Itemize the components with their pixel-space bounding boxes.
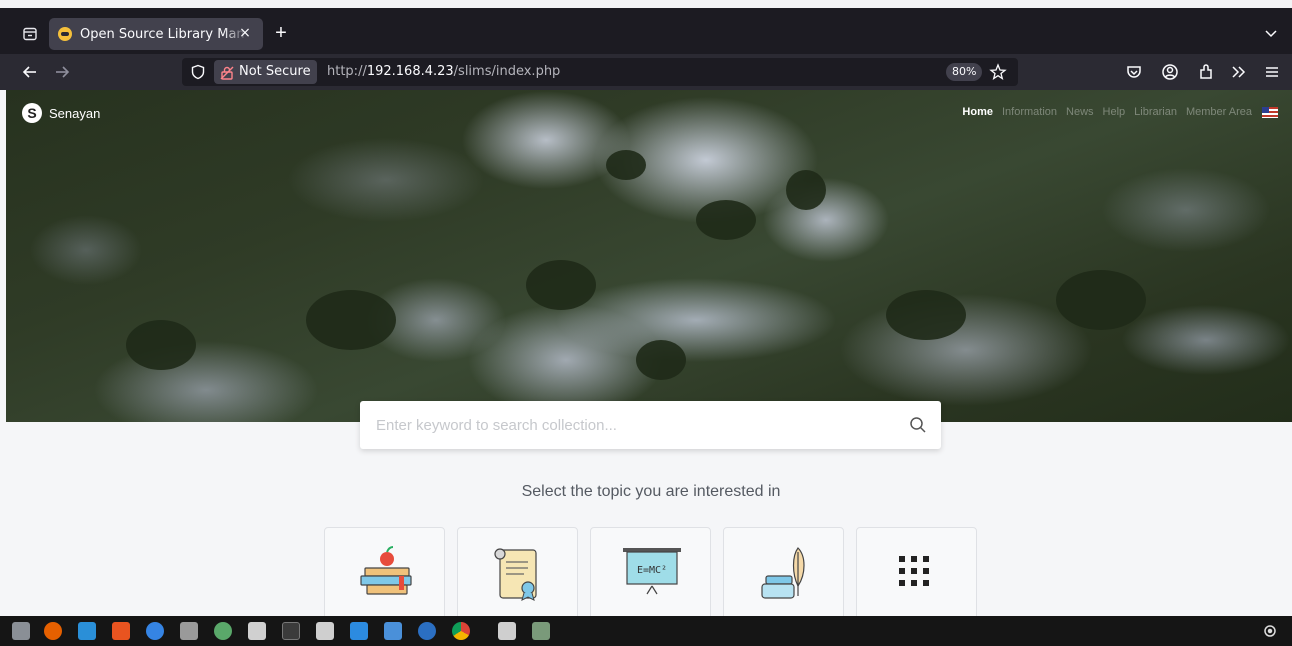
nav-link-librarian[interactable]: Librarian: [1134, 106, 1177, 118]
search-box: [360, 401, 941, 449]
us-flag-icon[interactable]: [1262, 107, 1278, 118]
certificate-scroll-icon: [494, 548, 537, 601]
nav-link-member-area[interactable]: Member Area: [1186, 106, 1252, 118]
search-input[interactable]: [376, 401, 896, 449]
overflow-chevrons-icon[interactable]: [1229, 62, 1249, 82]
web-page: S Senayan Home Information News Help Lib…: [0, 90, 1292, 616]
topic-card-literature[interactable]: [723, 527, 844, 616]
pocket-icon[interactable]: [1124, 62, 1144, 82]
site-favicon-icon: [58, 27, 72, 41]
nav-link-home[interactable]: Home: [962, 106, 993, 118]
screenshot-icon[interactable]: [180, 622, 198, 640]
books-apple-icon: [360, 546, 412, 595]
tab-close-icon[interactable]: ×: [236, 24, 254, 42]
topic-card-science[interactable]: E=MC²: [590, 527, 711, 616]
system-tray-icon[interactable]: [1262, 623, 1278, 639]
topic-card-more[interactable]: [856, 527, 977, 616]
zoom-level-badge[interactable]: 80%: [946, 63, 983, 81]
window-top-strip: [0, 0, 1292, 8]
firefox-view-icon[interactable]: [22, 26, 38, 42]
forward-arrow-icon[interactable]: [52, 62, 72, 82]
files-icon[interactable]: [12, 622, 30, 640]
trash-icon[interactable]: [532, 622, 550, 640]
browser-tab-bar: Open Source Library Man × +: [0, 0, 1292, 54]
os-taskbar: [0, 616, 1292, 646]
hero-forest-image: S Senayan Home Information News Help Lib…: [6, 90, 1292, 422]
site-brand-name: Senayan: [49, 105, 101, 121]
nav-link-information[interactable]: Information: [1002, 106, 1057, 118]
firefox-icon[interactable]: [44, 622, 62, 640]
package-icon-2[interactable]: [498, 622, 516, 640]
chevron-down-icon[interactable]: [1260, 22, 1282, 44]
notes-icon[interactable]: [78, 622, 96, 640]
site-top-nav: Home Information News Help Librarian Mem…: [953, 106, 1278, 118]
tab-title: Open Source Library Man: [80, 26, 245, 42]
browser-icon[interactable]: [418, 622, 436, 640]
topic-heading: Select the topic you are interested in: [521, 483, 781, 500]
new-tab-button[interactable]: +: [270, 22, 292, 44]
search-icon[interactable]: [908, 415, 928, 435]
browser-tab-active[interactable]: Open Source Library Man ×: [49, 18, 263, 50]
ink-quill-icon: [761, 547, 805, 599]
topic-card-books[interactable]: [324, 527, 445, 616]
software-center-icon[interactable]: [112, 622, 130, 640]
hamburger-menu-icon[interactable]: [1262, 62, 1282, 82]
url-host: 192.168.4.23: [366, 64, 454, 79]
address-bar[interactable]: Not Secure http://192.168.4.23/slims/ind…: [182, 58, 1018, 86]
chrome-icon[interactable]: [452, 622, 470, 640]
weather-icon[interactable]: [214, 622, 232, 640]
grid-more-icon: [899, 556, 929, 586]
bookmark-star-icon[interactable]: [989, 63, 1007, 81]
site-brand[interactable]: S Senayan: [22, 102, 100, 124]
nav-link-news[interactable]: News: [1066, 106, 1094, 118]
tracking-shield-icon[interactable]: [190, 64, 206, 80]
not-secure-label: Not Secure: [239, 64, 311, 79]
extensions-icon[interactable]: [1196, 62, 1216, 82]
notepad-icon[interactable]: [384, 622, 402, 640]
board-text: E=MC²: [637, 565, 667, 576]
nav-link-help[interactable]: Help: [1103, 106, 1126, 118]
help-icon[interactable]: [146, 622, 164, 640]
not-secure-badge[interactable]: Not Secure: [214, 60, 317, 84]
topic-card-certificate[interactable]: [457, 527, 578, 616]
browser-nav-bar: Not Secure http://192.168.4.23/slims/ind…: [0, 54, 1292, 90]
blackboard-emc2-icon: E=MC²: [623, 548, 681, 595]
text-editor-icon[interactable]: [248, 622, 266, 640]
url-text[interactable]: http://192.168.4.23/slims/index.php: [327, 58, 560, 86]
account-icon[interactable]: [1160, 62, 1180, 82]
slims-logo-icon: S: [22, 103, 42, 123]
terminal-icon[interactable]: [282, 622, 300, 640]
url-path: /slims/index.php: [453, 64, 561, 79]
package-icon[interactable]: [316, 622, 334, 640]
vscode-icon[interactable]: [350, 622, 368, 640]
back-arrow-icon[interactable]: [20, 62, 40, 82]
url-prefix: http://: [327, 64, 367, 79]
broken-lock-icon: [220, 65, 234, 80]
